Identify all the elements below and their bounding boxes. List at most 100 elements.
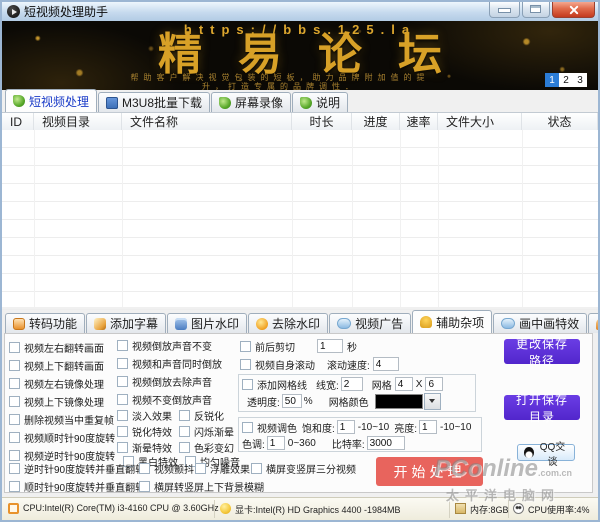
checkbox-reverse-keep-audio[interactable]: 视频倒放声音不变 xyxy=(117,338,212,352)
pager-page-2[interactable]: 2 xyxy=(559,73,573,87)
checkbox[interactable] xyxy=(251,463,262,474)
checkbox-flicker-vignette[interactable]: 闪烁渐晕 xyxy=(179,424,241,439)
checkbox[interactable] xyxy=(139,481,150,492)
checkbox[interactable] xyxy=(9,342,20,353)
bell-icon xyxy=(420,316,432,328)
start-processing-button[interactable]: 开始处理 xyxy=(376,457,483,486)
checkbox[interactable] xyxy=(9,378,20,389)
tab-add-subtitle[interactable]: 添加字幕 xyxy=(86,313,166,333)
checkbox-color-shift[interactable]: 色彩变幻 xyxy=(179,440,241,455)
grid-color-swatch[interactable] xyxy=(375,394,423,409)
checkbox-cw90-vflip[interactable]: 顺时针90度旋转并垂直翻转 xyxy=(9,479,145,493)
checkbox[interactable] xyxy=(9,463,20,474)
folder-icon xyxy=(175,318,187,330)
checkbox[interactable] xyxy=(117,376,128,387)
checkbox-sharpen[interactable]: 锐化特效 xyxy=(117,424,179,439)
checkbox-remove-duplicate-frames[interactable]: 删除视频当中重复帧 xyxy=(9,412,114,426)
checkbox[interactable] xyxy=(179,410,190,421)
close-button[interactable] xyxy=(552,2,595,18)
grid-cols-input[interactable] xyxy=(395,377,413,391)
checkbox-reverse-remove-audio[interactable]: 视频倒放去除声音 xyxy=(117,374,212,388)
tab-remove-watermark[interactable]: 去除水印 xyxy=(248,313,328,333)
checkbox-landscape-portrait-blur-bg[interactable]: 横屏转竖屏上下背景模糊 xyxy=(139,479,264,493)
checkbox[interactable] xyxy=(195,463,206,474)
pager-page-1[interactable]: 1 xyxy=(545,73,559,87)
saturation-input[interactable] xyxy=(337,420,355,434)
column-header-filename[interactable]: 文件名称 xyxy=(122,113,292,130)
grid-color-dropdown-button[interactable] xyxy=(424,393,441,410)
column-header-dir[interactable]: 视频目录 xyxy=(34,113,122,130)
open-save-dir-button[interactable]: 打开保存目录 xyxy=(504,395,580,420)
pager-page-3[interactable]: 3 xyxy=(573,73,587,87)
window-title: 短视频处理助手 xyxy=(24,3,108,20)
grid-rows-input[interactable] xyxy=(425,377,443,391)
maximize-button[interactable] xyxy=(522,2,550,18)
tab-image-watermark[interactable]: 图片水印 xyxy=(167,313,247,333)
column-header-id[interactable]: ID xyxy=(2,113,34,130)
tab-video-ad[interactable]: 视频广告 xyxy=(329,313,411,333)
tab-software-settings[interactable]: 软件设置 xyxy=(588,313,600,333)
column-header-speed[interactable]: 速率 xyxy=(400,113,438,130)
brightness-input[interactable] xyxy=(419,420,437,434)
checkbox-flip-vertical[interactable]: 视频上下翻转画面 xyxy=(9,358,104,372)
scroll-speed-input[interactable] xyxy=(373,357,399,371)
file-table-body[interactable] xyxy=(2,130,598,307)
checkbox-mirror-vertical[interactable]: 视频上下镜像处理 xyxy=(9,394,104,408)
tab-misc-helpers[interactable]: 辅助杂项 xyxy=(412,310,492,333)
column-header-progress[interactable]: 进度 xyxy=(352,113,400,130)
forum-banner[interactable]: https://bbs.125.la 精易论坛 帮助客户解决视觉包装的短板，助力… xyxy=(2,21,598,90)
checkbox[interactable] xyxy=(9,450,20,461)
checkbox-keep-video-reverse-audio[interactable]: 视频不变倒放声音 xyxy=(117,392,212,406)
checkbox-add-grid-lines[interactable] xyxy=(242,379,253,390)
checkbox-reverse-video-audio[interactable]: 视频和声音同时倒放 xyxy=(117,356,222,370)
pip-cloud-icon xyxy=(501,318,515,329)
color-row-1: 视频调色 饱和度: -10~10 亮度: -10~10 xyxy=(242,420,471,434)
minimize-button[interactable] xyxy=(489,2,520,18)
column-header-duration[interactable]: 时长 xyxy=(292,113,352,130)
checkbox-landscape-to-portrait-thirds[interactable]: 横屏变竖屏三分视频 xyxy=(251,461,356,475)
tab-transcode[interactable]: 转码功能 xyxy=(5,313,85,333)
column-header-filesize[interactable]: 文件大小 xyxy=(438,113,522,130)
checkbox[interactable] xyxy=(9,414,20,425)
checkbox-self-scroll[interactable] xyxy=(240,359,251,370)
checkbox-rotate-cw-90[interactable]: 视频顺时针90度旋转 xyxy=(9,430,115,444)
table-row xyxy=(2,256,598,274)
checkbox[interactable] xyxy=(139,463,150,474)
bitrate-input[interactable] xyxy=(367,436,405,450)
change-save-path-button[interactable]: 更改保存路径 xyxy=(504,339,580,364)
checkbox[interactable] xyxy=(117,358,128,369)
checkbox[interactable] xyxy=(117,442,128,453)
hue-input[interactable] xyxy=(267,436,285,450)
tab-short-video[interactable]: 短视频处理 xyxy=(5,89,97,112)
tab-pip-effects[interactable]: 画中画特效 xyxy=(493,313,587,333)
tab-m3u8-download[interactable]: M3U8批量下载 xyxy=(98,92,210,112)
grid-opacity-input[interactable] xyxy=(282,394,302,408)
checkbox-flip-horizontal[interactable]: 视频左右翻转画面 xyxy=(9,340,104,354)
trim-seconds-input[interactable] xyxy=(317,339,343,353)
checkbox[interactable] xyxy=(9,432,20,443)
checkbox-ccw90-vflip[interactable]: 逆时针90度旋转并垂直翻转 xyxy=(9,461,145,475)
checkbox-emboss[interactable]: 浮雕效果 xyxy=(195,461,250,475)
tab-screen-record[interactable]: 屏幕录像 xyxy=(211,92,291,112)
checkbox[interactable] xyxy=(117,410,128,421)
qq-chat-button[interactable]: QQ交谈 xyxy=(517,444,575,461)
checkbox[interactable] xyxy=(117,340,128,351)
checkbox[interactable] xyxy=(117,394,128,405)
checkbox[interactable] xyxy=(117,426,128,437)
checkbox[interactable] xyxy=(9,481,20,492)
checkbox[interactable] xyxy=(179,426,190,437)
checkbox-video-color[interactable] xyxy=(242,422,253,433)
table-row xyxy=(2,166,598,184)
line-width-input[interactable] xyxy=(341,377,363,391)
checkbox-trim[interactable] xyxy=(240,341,251,352)
checkbox[interactable] xyxy=(9,396,20,407)
column-header-status[interactable]: 状态 xyxy=(522,113,598,130)
checkbox-vignette[interactable]: 渐晕特效 xyxy=(117,440,179,455)
tab-help[interactable]: 说明 xyxy=(292,92,348,112)
checkbox-unsharp[interactable]: 反锐化 xyxy=(179,408,241,423)
checkbox-fade-in[interactable]: 淡入效果 xyxy=(117,408,179,423)
checkbox-mirror-horizontal[interactable]: 视频左右镜像处理 xyxy=(9,376,104,390)
checkbox-video-shake[interactable]: 视频颤抖 xyxy=(139,461,194,475)
checkbox[interactable] xyxy=(9,360,20,371)
checkbox[interactable] xyxy=(179,442,190,453)
